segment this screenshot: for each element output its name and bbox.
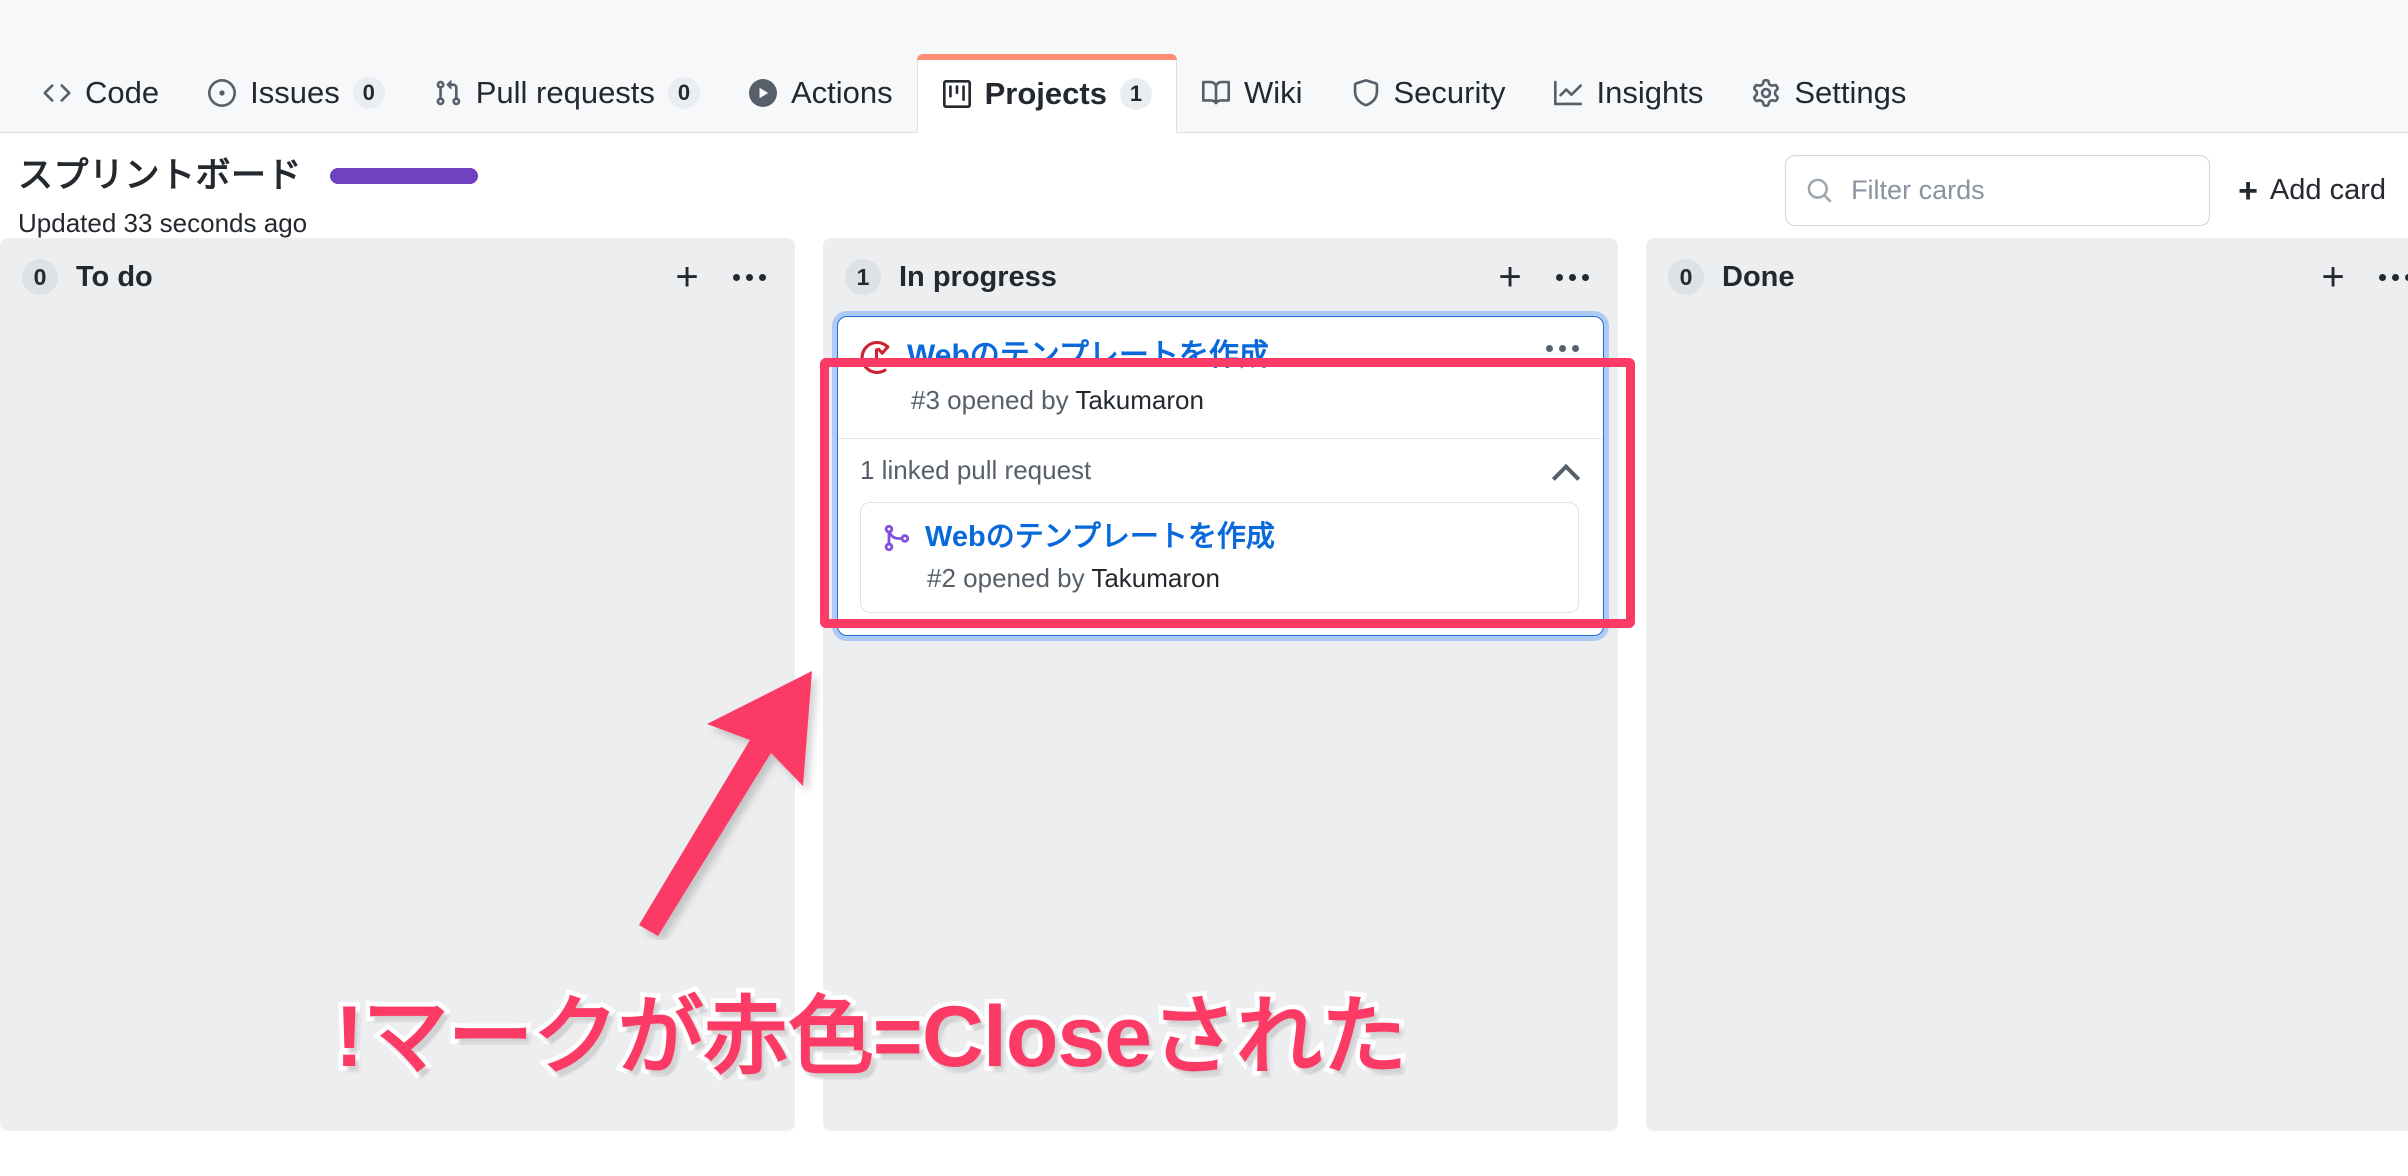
card-wrapper: Webのテンプレートを作成 #3 opened by Takumaron 1 l…	[837, 316, 1604, 636]
linked-pr-author: Takumaron	[1091, 562, 1220, 593]
column-name-in-progress: In progress	[899, 260, 1057, 293]
play-icon	[748, 78, 778, 108]
column-body-to-do[interactable]	[0, 316, 795, 1131]
column-body-in-progress[interactable]: Webのテンプレートを作成 #3 opened by Takumaron 1 l…	[823, 316, 1618, 1131]
project-icon	[942, 79, 972, 109]
tab-wiki[interactable]: Wiki	[1177, 54, 1327, 132]
tab-security-label: Security	[1393, 75, 1506, 110]
project-updated-text: Updated 33 seconds ago	[18, 207, 308, 238]
add-card-label: Add card	[2269, 174, 2386, 206]
tab-projects-label: Projects	[984, 75, 1107, 111]
card-main: Webのテンプレートを作成 #3 opened by Takumaron	[838, 317, 1603, 438]
add-card-button[interactable]: + Add card	[2238, 174, 2386, 208]
board-column-done: 0 Done +	[1646, 238, 2408, 1131]
tab-pull-requests[interactable]: Pull requests 0	[409, 54, 724, 132]
linked-pr-number: #2	[927, 562, 956, 593]
tab-actions[interactable]: Actions	[724, 54, 917, 132]
linked-pull-requests-section: 1 linked pull request Webのテンプレートを作成 #2 o…	[838, 437, 1603, 635]
project-card-issue-3[interactable]: Webのテンプレートを作成 #3 opened by Takumaron 1 l…	[837, 316, 1604, 636]
board-column-in-progress: 1 In progress + Webのテンプレートを作成 #3 opened …	[823, 238, 1618, 1131]
kebab-horizontal-icon-to-do[interactable]	[727, 255, 771, 299]
column-add-card-icon-done[interactable]: +	[2311, 255, 2355, 299]
column-count-to-do: 0	[22, 259, 58, 295]
kebab-horizontal-icon-in-progress[interactable]	[1550, 255, 1594, 299]
tab-issues-label: Issues	[250, 75, 340, 110]
column-count-done: 0	[1668, 259, 1704, 295]
tab-security[interactable]: Security	[1327, 54, 1530, 132]
project-title-block: スプリントボード Updated 33 seconds ago	[18, 153, 479, 239]
board-column-to-do: 0 To do +	[0, 238, 795, 1131]
card-author: Takumaron	[1075, 384, 1204, 415]
column-body-done[interactable]	[1646, 316, 2408, 1131]
gear-icon	[1751, 78, 1781, 108]
issue-opened-icon	[207, 78, 237, 108]
tab-insights[interactable]: Insights	[1529, 54, 1727, 132]
kebab-horizontal-icon-done[interactable]	[2373, 255, 2408, 299]
tab-settings[interactable]: Settings	[1727, 54, 1930, 132]
graph-icon	[1553, 78, 1583, 108]
column-count-in-progress: 1	[845, 259, 881, 295]
code-icon	[42, 78, 72, 108]
issue-closed-icon	[860, 340, 893, 379]
tab-actions-label: Actions	[790, 75, 893, 110]
column-header-in-progress: 1 In progress +	[823, 238, 1618, 316]
search-icon	[1806, 177, 1833, 204]
card-title-col: Webのテンプレートを作成 #3 opened by Takumaron	[907, 337, 1579, 416]
linked-pr-meta: #2 opened by Takumaron	[925, 563, 1558, 594]
tab-pull-requests-count: 0	[667, 77, 700, 109]
tab-projects[interactable]: Projects 1	[916, 54, 1178, 133]
filter-cards-box[interactable]	[1785, 155, 2211, 226]
tab-code-label: Code	[85, 75, 160, 110]
tab-settings-label: Settings	[1794, 75, 1907, 110]
column-name-done: Done	[1722, 260, 1795, 293]
card-meta-text: opened by	[939, 384, 1076, 415]
card-title-link[interactable]: Webのテンプレートを作成	[907, 337, 1579, 375]
linked-pull-requests-header[interactable]: 1 linked pull request	[860, 455, 1579, 486]
book-icon	[1201, 78, 1231, 108]
chevron-up-icon[interactable]	[1553, 463, 1579, 478]
project-header-actions: + Add card	[1785, 153, 2386, 226]
tab-wiki-label: Wiki	[1243, 75, 1303, 110]
page-title: スプリントボード	[18, 156, 303, 195]
column-header-to-do: 0 To do +	[0, 238, 795, 316]
project-title-row: スプリントボード	[18, 156, 479, 196]
project-progress-bar	[330, 168, 479, 185]
tab-projects-count: 1	[1119, 77, 1152, 110]
linked-title-col: Webのテンプレートを作成 #2 opened by Takumaron	[925, 519, 1558, 594]
git-pull-request-icon	[433, 78, 463, 108]
tab-issues-count: 0	[352, 77, 385, 109]
kebab-horizontal-icon-card[interactable]	[1546, 339, 1579, 357]
column-header-done: 0 Done +	[1646, 238, 2408, 316]
card-meta: #3 opened by Takumaron	[907, 385, 1579, 416]
linked-pull-requests-label: 1 linked pull request	[860, 454, 1092, 485]
search-input[interactable]	[1849, 174, 2190, 207]
git-merge-icon	[881, 523, 911, 558]
plus-icon: +	[2238, 171, 2258, 210]
linked-pr-title-link[interactable]: Webのテンプレートを作成	[925, 519, 1558, 555]
tab-pull-requests-label: Pull requests	[475, 75, 655, 110]
column-name-to-do: To do	[76, 260, 153, 293]
tab-code[interactable]: Code	[18, 54, 183, 132]
linked-pr-meta-text: opened by	[955, 562, 1092, 593]
shield-icon	[1351, 78, 1381, 108]
tab-issues[interactable]: Issues 0	[183, 54, 409, 132]
tab-insights-label: Insights	[1596, 75, 1704, 110]
linked-pull-request-2[interactable]: Webのテンプレートを作成 #2 opened by Takumaron	[860, 501, 1579, 613]
project-header: スプリントボード Updated 33 seconds ago + Add ca…	[0, 133, 2408, 238]
card-issue-number: #3	[911, 384, 940, 415]
column-add-card-icon-to-do[interactable]: +	[665, 255, 709, 299]
project-board: 0 To do + 1 In progress + Webのテンプレートを作成 …	[0, 238, 2408, 1131]
repo-nav: Code Issues 0 Pull requests 0 Actions Pr…	[0, 0, 2408, 133]
column-add-card-icon-in-progress[interactable]: +	[1488, 255, 1532, 299]
